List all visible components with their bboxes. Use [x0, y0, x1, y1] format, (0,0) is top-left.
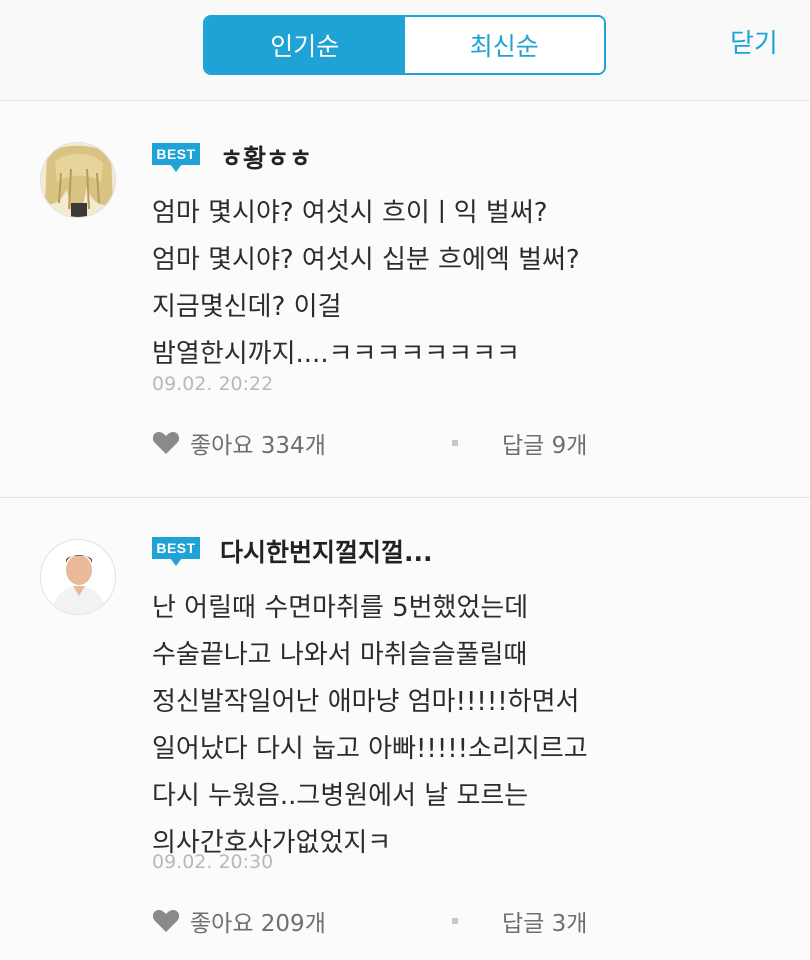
badge-tail [170, 558, 182, 566]
best-badge: BEST [152, 537, 200, 567]
best-badge-label: BEST [152, 143, 200, 165]
separator-dot [452, 440, 458, 446]
avatar[interactable] [40, 142, 116, 218]
comment-actions: 좋아요 209개 답글 3개 [0, 901, 810, 941]
close-button[interactable]: 닫기 [730, 22, 790, 66]
comment-item: BEST 다시한번지껄지껄... 난 어릴때 수면마취를 5번했었는데 수술끝나… [0, 498, 810, 960]
reply-button[interactable]: 답글 3개 [502, 901, 587, 941]
tab-latest[interactable]: 최신순 [404, 17, 604, 73]
heart-icon [152, 432, 180, 454]
comment-line: 다시 누웠음..그병원에서 날 모르는 [152, 781, 529, 811]
reply-button[interactable]: 답글 9개 [502, 423, 587, 463]
comment-line: 수술끝나고 나와서 마취슬슬풀릴때 [152, 640, 528, 670]
top-bar: 인기순 최신순 닫기 [0, 0, 810, 101]
like-count: 좋아요 334개 [190, 433, 326, 459]
person-avatar-icon [41, 540, 115, 614]
reply-count: 답글 3개 [502, 911, 588, 937]
reply-count: 답글 9개 [502, 433, 588, 459]
heart-icon [152, 910, 180, 932]
comment-line: 난 어릴때 수면마취를 5번했었는데 [152, 593, 529, 623]
like-button[interactable]: 좋아요 209개 [152, 901, 326, 941]
comment-text: 난 어릴때 수면마취를 5번했었는데 수술끝나고 나와서 마취슬슬풀릴때 정신발… [152, 585, 588, 867]
separator-dot [452, 918, 458, 924]
best-badge-label: BEST [152, 537, 200, 559]
comment-text: 엄마 몇시야? 여섯시 흐이ㅣ익 벌써? 엄마 몇시야? 여섯시 십분 흐에엑 … [152, 190, 580, 378]
comment-line: 일어났다 다시 눕고 아빠!!!!!소리지르고 [152, 734, 588, 764]
comment-line: 정신발작일어난 애마냥 엄마!!!!!하면서 [152, 687, 580, 717]
like-count: 좋아요 209개 [190, 911, 326, 937]
best-badge: BEST [152, 143, 200, 173]
comment-line: 밤열한시까지....ㅋㅋㅋㅋㅋㅋㅋㅋ [152, 339, 520, 369]
comment-line: 엄마 몇시야? 여섯시 흐이ㅣ익 벌써? [152, 198, 548, 228]
anime-character-avatar-icon [41, 143, 115, 217]
comment-author[interactable]: 다시한번지껄지껄... [220, 533, 433, 569]
comment-timestamp: 09.02. 20:22 [152, 373, 274, 395]
comment-item: BEST ㅎ황ㅎㅎ 엄마 몇시야? 여섯시 흐이ㅣ익 벌써? 엄마 몇시야? 여… [0, 101, 810, 498]
comment-actions: 좋아요 334개 답글 9개 [0, 423, 810, 463]
comment-line: 엄마 몇시야? 여섯시 십분 흐에엑 벌써? [152, 245, 580, 275]
badge-tail [170, 164, 182, 172]
comment-author[interactable]: ㅎ황ㅎㅎ [220, 139, 312, 175]
comment-line: 지금몇신데? 이걸 [152, 292, 342, 322]
comment-timestamp: 09.02. 20:30 [152, 851, 274, 873]
avatar[interactable] [40, 539, 116, 615]
tab-popular[interactable]: 인기순 [205, 17, 405, 73]
like-button[interactable]: 좋아요 334개 [152, 423, 326, 463]
sort-segmented-control: 인기순 최신순 [203, 15, 606, 75]
